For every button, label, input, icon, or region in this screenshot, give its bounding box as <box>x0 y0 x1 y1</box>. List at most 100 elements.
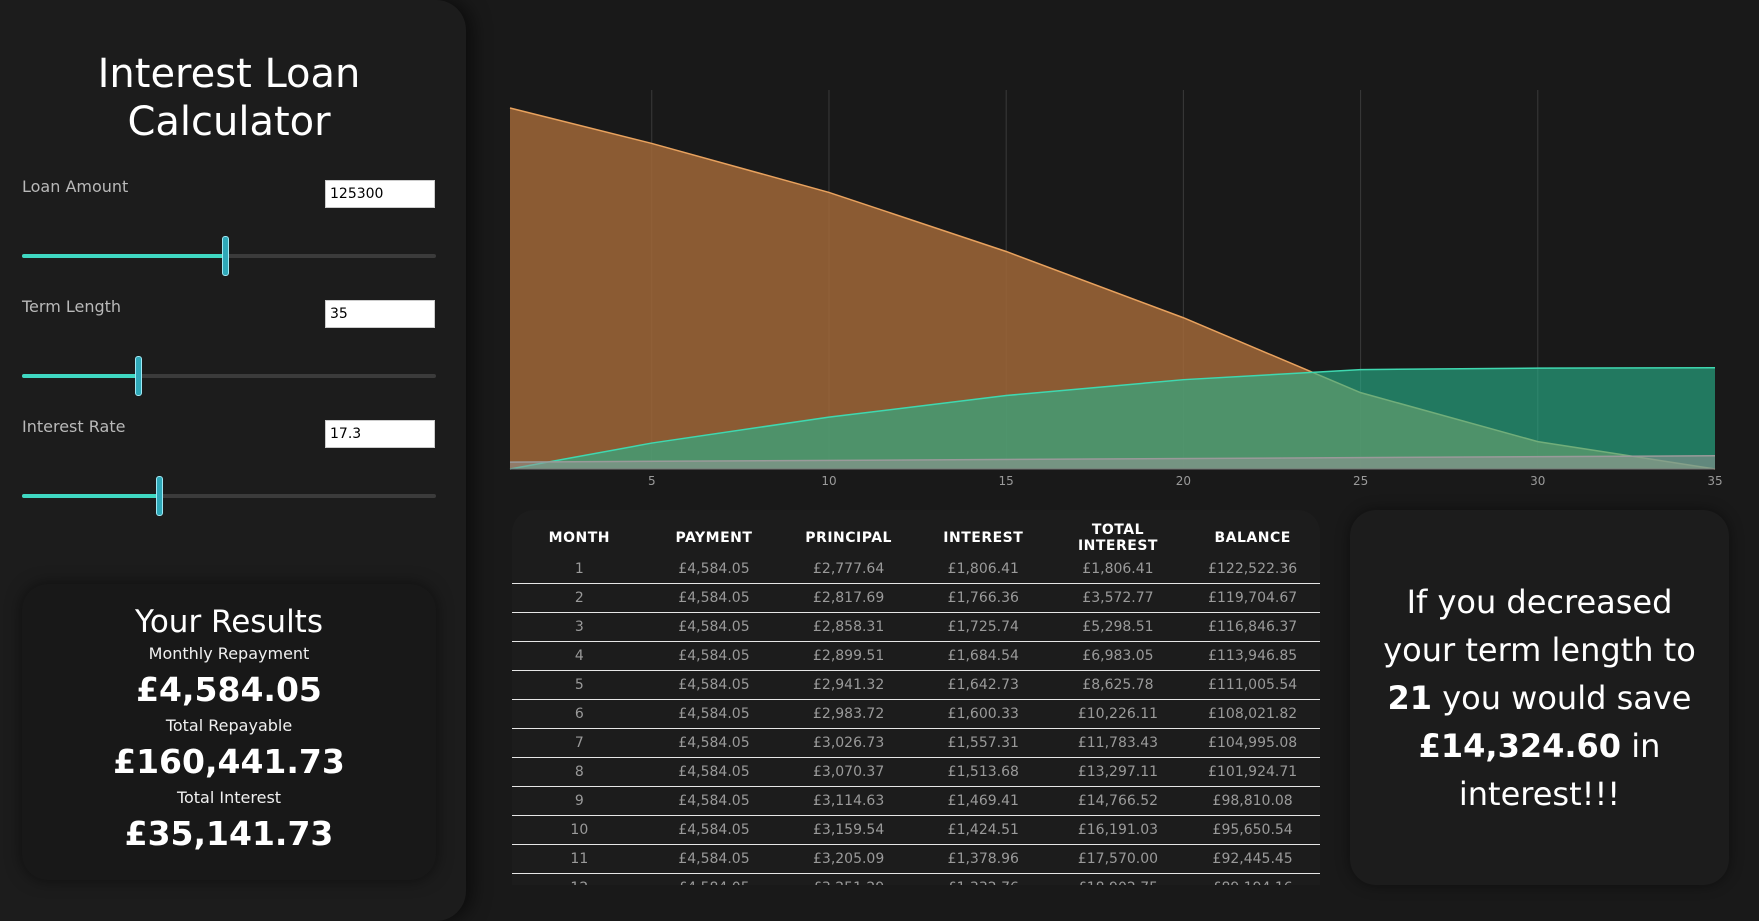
table-row: 4 £4,584.05 £2,899.51 £1,684.54 £6,983.05 £11… <box>512 641 1320 671</box>
table-cell: 4 <box>512 641 647 671</box>
term-length-slider-fill <box>22 374 138 378</box>
table-cell: £5,298.51 <box>1050 612 1186 642</box>
table-cell: £3,159.54 <box>781 815 916 845</box>
amortization-table: MONTH PAYMENT PRINCIPAL INTEREST TOTAL INTER… <box>512 510 1320 885</box>
table-cell: £92,445.45 <box>1185 844 1320 874</box>
term-length-slider-thumb[interactable] <box>134 356 142 396</box>
monthly-repayment-value: £4,584.05 <box>136 670 322 709</box>
table-cell: £3,026.73 <box>781 728 916 758</box>
table-cell: £4,584.05 <box>646 699 782 729</box>
savings-text-middle: you would save <box>1442 678 1692 717</box>
loan-amount-slider[interactable] <box>22 236 436 276</box>
loan-amount-slider-thumb[interactable] <box>221 236 229 276</box>
table-cell: £1,332.76 <box>915 873 1051 885</box>
table-cell: £14,766.52 <box>1050 786 1186 816</box>
table-cell: £98,810.08 <box>1185 786 1320 816</box>
table-cell: £2,941.32 <box>781 670 916 700</box>
table-cell: £4,584.05 <box>646 757 782 787</box>
table-cell: £1,684.54 <box>915 641 1051 671</box>
interest-rate-label: Interest Rate <box>22 417 126 436</box>
table-header-cell: PRINCIPAL <box>805 530 892 546</box>
table-row: 5 £4,584.05 £2,941.32 £1,642.73 £8,625.78 £11… <box>512 670 1320 700</box>
amortization-chart: 5 10 15 20 25 30 35 <box>509 90 1723 488</box>
table-row: 10 £4,584.05 £3,159.54 £1,424.51 £16,191.03 £… <box>512 815 1320 845</box>
table-cell: £4,584.05 <box>646 641 782 671</box>
table-row: 11 £4,584.05 £3,205.09 £1,378.96 £17,570.00 £… <box>512 844 1320 874</box>
total-interest-value: £35,141.73 <box>124 814 334 853</box>
table-header-cell: MONTH <box>548 530 610 546</box>
page-title: Interest Loan Calculator <box>97 51 361 145</box>
table-row: 3 £4,584.05 £2,858.31 £1,725.74 £5,298.51 £11… <box>512 612 1320 642</box>
table-cell: £1,469.41 <box>915 786 1051 816</box>
table-cell: £1,642.73 <box>915 670 1051 700</box>
table-cell: £122,522.36 <box>1185 555 1320 584</box>
table-row: 1 £4,584.05 £2,777.64 £1,806.41 £1,806.41 £12… <box>512 555 1320 584</box>
total-repayable-value: £160,441.73 <box>113 742 345 781</box>
savings-message: If you decreased your term length to 21 … <box>1375 578 1705 818</box>
savings-panel: If you decreased your term length to 21 … <box>1350 510 1729 885</box>
table-cell: £3,205.09 <box>781 844 916 874</box>
x-tick-label: 30 <box>1530 474 1545 488</box>
table-cell: £1,378.96 <box>915 844 1051 874</box>
table-cell: £113,946.85 <box>1185 641 1320 671</box>
results-title: Your Results <box>135 604 323 640</box>
table-header-cell: TOTAL INTEREST <box>1077 522 1158 554</box>
table-cell: £4,584.05 <box>646 670 782 700</box>
amortization-table-panel: MONTH PAYMENT PRINCIPAL INTEREST TOTAL INTER… <box>512 510 1320 885</box>
interest-rate-input[interactable] <box>325 420 435 448</box>
total-interest-label: Total Interest <box>176 788 282 807</box>
table-cell: £4,584.05 <box>646 786 782 816</box>
table-cell: 1 <box>512 555 647 584</box>
table-cell: £11,783.43 <box>1050 728 1186 758</box>
table-cell: £1,424.51 <box>915 815 1051 845</box>
table-cell: £16,191.03 <box>1050 815 1186 845</box>
monthly-repayment-label: Monthly Repayment <box>148 644 310 663</box>
table-row: 2 £4,584.05 £2,817.69 £1,766.36 £3,572.77 £11… <box>512 583 1320 613</box>
table-cell: 5 <box>512 670 647 700</box>
table-cell: £4,584.05 <box>646 612 782 642</box>
table-row: 7 £4,584.05 £3,026.73 £1,557.31 £11,783.43 £1… <box>512 728 1320 758</box>
table-header-row: MONTH PAYMENT PRINCIPAL INTEREST TOTAL INTER… <box>512 510 1320 555</box>
table-header-cell: INTEREST <box>943 530 1024 546</box>
table-cell: £2,899.51 <box>781 641 916 671</box>
table-cell: 9 <box>512 786 647 816</box>
total-repayable-label: Total Repayable <box>165 716 293 735</box>
interest-rate-slider-thumb[interactable] <box>155 476 163 516</box>
table-cell: £2,858.31 <box>781 612 916 642</box>
table-header-cell: BALANCE <box>1214 530 1291 546</box>
table-cell: £4,584.05 <box>646 873 782 885</box>
table-cell: £1,766.36 <box>915 583 1051 613</box>
loan-amount-slider-fill <box>22 254 225 258</box>
table-cell: £4,584.05 <box>646 555 782 584</box>
table-cell: £3,070.37 <box>781 757 916 787</box>
interest-rate-slider[interactable] <box>22 476 436 516</box>
table-body: 1 £4,584.05 £2,777.64 £1,806.41 £1,806.41 £12… <box>512 555 1320 885</box>
table-cell: 6 <box>512 699 647 729</box>
table-cell: £1,725.74 <box>915 612 1051 642</box>
table-cell: £3,572.77 <box>1050 583 1186 613</box>
table-cell: £108,021.82 <box>1185 699 1320 729</box>
table-cell: £2,817.69 <box>781 583 916 613</box>
table-cell: £1,513.68 <box>915 757 1051 787</box>
table-row: 8 £4,584.05 £3,070.37 £1,513.68 £13,297.11 £1… <box>512 757 1320 787</box>
table-cell: £104,995.08 <box>1185 728 1320 758</box>
table-cell: 2 <box>512 583 647 613</box>
term-length-label: Term Length <box>22 297 122 316</box>
savings-amount: £14,324.60 <box>1418 726 1622 765</box>
table-cell: £4,584.05 <box>646 815 782 845</box>
table-cell: £3,251.29 <box>781 873 916 885</box>
table-cell: £119,704.67 <box>1185 583 1320 613</box>
table-cell: £4,584.05 <box>646 844 782 874</box>
table-cell: £1,806.41 <box>915 555 1051 584</box>
interest-rate-slider-fill <box>22 494 159 498</box>
table-cell: £101,924.71 <box>1185 757 1320 787</box>
x-tick-label: 10 <box>821 474 836 488</box>
x-tick-label: 15 <box>999 474 1014 488</box>
table-cell: 12 <box>512 873 647 885</box>
table-cell: £89,194.16 <box>1185 873 1320 885</box>
term-length-slider[interactable] <box>22 356 436 396</box>
loan-amount-input[interactable] <box>325 180 435 208</box>
sidebar: Interest Loan Calculator Loan Amount Ter… <box>0 0 466 921</box>
savings-term: 21 <box>1387 678 1433 717</box>
term-length-input[interactable] <box>325 300 435 328</box>
